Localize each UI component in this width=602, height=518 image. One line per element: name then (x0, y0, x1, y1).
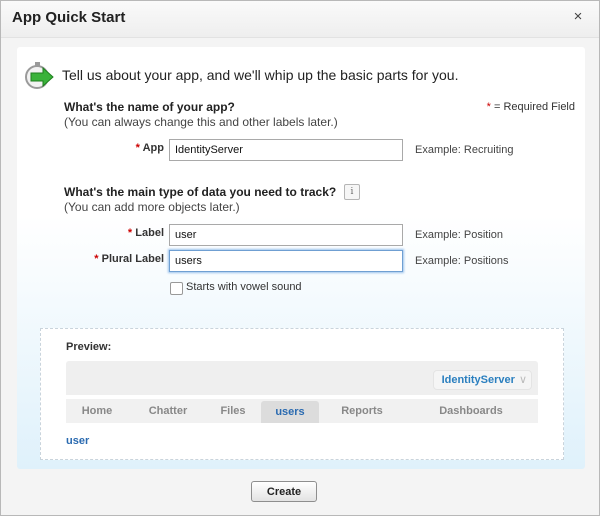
preview-header: IdentityServer ∨ (66, 361, 538, 395)
app-field-label-text: App (142, 142, 164, 154)
plural-label-input[interactable]: users (169, 250, 403, 272)
preview-title: Preview: (66, 341, 112, 353)
plural-label-field-label-text: Plural Label (101, 253, 164, 265)
required-star: * (135, 142, 143, 154)
chevron-down-icon: ∨ (518, 374, 527, 386)
preview-tab-users: users (261, 401, 319, 423)
preview-record-link: user (66, 435, 90, 447)
dialog-titlebar: App Quick Start × (1, 1, 599, 38)
app-name-hint: (You can always change this and other la… (64, 115, 338, 129)
preview-app-name: IdentityServer (441, 374, 515, 386)
stopwatch-arrow-icon (25, 62, 54, 89)
preview-box: Preview: IdentityServer ∨ Home Chatter Fi… (40, 328, 564, 460)
app-example-text: Example: Recruiting (415, 144, 514, 156)
preview-tab-bar: Home Chatter Files users Reports Dashboa… (66, 399, 538, 423)
preview-tab-chatter: Chatter (148, 405, 188, 417)
close-icon[interactable]: × (571, 9, 585, 25)
plural-label-example-text: Example: Positions (415, 255, 509, 267)
info-icon[interactable]: i (344, 184, 360, 200)
label-input[interactable]: user (169, 224, 403, 246)
create-button[interactable]: Create (251, 481, 317, 502)
app-quick-start-dialog: App Quick Start × Tell us about your app… (0, 0, 600, 516)
required-star: * (94, 253, 102, 265)
required-field-note: * = Required Field (487, 101, 575, 113)
app-name-question: What's the name of your app? (64, 100, 235, 114)
preview-tab-home: Home (81, 405, 113, 417)
label-field-label: * Label (64, 227, 164, 239)
preview-tab-reports: Reports (341, 405, 383, 417)
preview-app-picker: IdentityServer ∨ (432, 370, 532, 390)
intro-text: Tell us about your app, and we'll whip u… (62, 67, 459, 83)
data-type-question: What's the main type of data you need to… (64, 185, 337, 199)
preview-tab-dashboards: Dashboards (439, 405, 503, 417)
app-name-input[interactable]: IdentityServer (169, 139, 403, 161)
quick-start-panel: Tell us about your app, and we'll whip u… (17, 47, 585, 469)
dialog-title: App Quick Start (12, 9, 126, 26)
app-field-label: * App (64, 142, 164, 154)
label-field-label-text: Label (135, 227, 164, 239)
preview-tab-files: Files (220, 405, 246, 417)
plural-label-field-label: * Plural Label (64, 253, 164, 265)
vowel-sound-checkbox-label: Starts with vowel sound (186, 281, 302, 293)
vowel-sound-checkbox[interactable] (170, 282, 183, 295)
data-type-hint: (You can add more objects later.) (64, 200, 240, 214)
required-field-text: = Required Field (490, 101, 575, 113)
label-example-text: Example: Position (415, 229, 504, 241)
